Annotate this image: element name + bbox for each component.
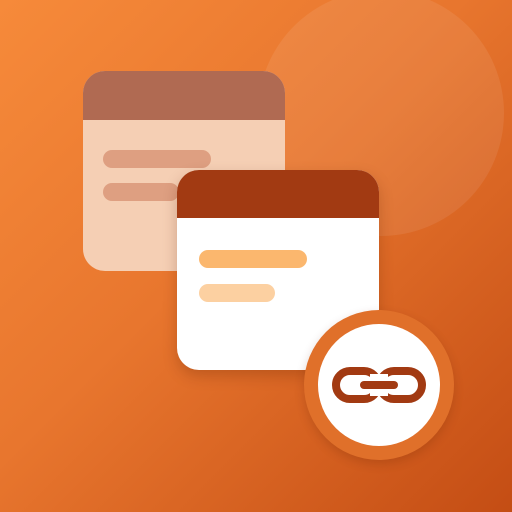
app-icon bbox=[0, 0, 512, 512]
link-icon-bar bbox=[360, 381, 398, 389]
back-note-line bbox=[103, 150, 211, 168]
link-badge bbox=[304, 310, 454, 460]
front-note-line bbox=[199, 284, 275, 302]
back-note-card-header bbox=[83, 71, 285, 120]
link-icon bbox=[332, 367, 426, 403]
back-note-line bbox=[103, 183, 179, 201]
front-note-card-header bbox=[177, 170, 379, 218]
front-note-line bbox=[199, 250, 307, 268]
